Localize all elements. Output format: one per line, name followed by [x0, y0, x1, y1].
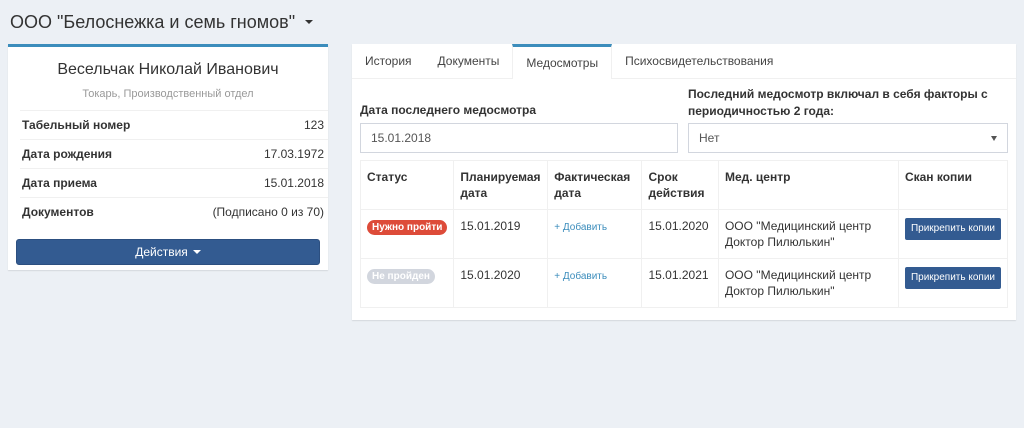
last-exam-date-input[interactable]: [360, 123, 678, 153]
status-badge: Не пройден: [367, 269, 435, 284]
periodic-factors-value: Нет: [699, 131, 720, 145]
periodic-factors-select[interactable]: Нет: [688, 123, 1008, 153]
chevron-down-icon: [305, 20, 314, 24]
column-header-status: Статус: [359, 160, 455, 210]
info-value: (Подписано 0 из 70): [212, 205, 324, 219]
status-cell: Нужно пройти: [359, 209, 455, 259]
planned-date-cell: 15.01.2020: [453, 258, 549, 308]
info-row-personnel-number: Табельный номер 123: [20, 110, 328, 139]
employee-name: Весельчак Николай Иванович: [57, 61, 279, 78]
add-actual-date-link[interactable]: + Добавить: [554, 222, 607, 233]
status-badge: Нужно пройти: [367, 220, 448, 235]
column-header-actual-date: Фактическая дата: [547, 160, 643, 210]
table-header-row: Статус Планируемая дата Фактическая дата…: [359, 160, 1009, 210]
info-row-birth-date: Дата рождения 17.03.1972: [20, 139, 328, 168]
medical-center-cell: ООО "Медицинский центр Доктор Пилюлькин": [717, 209, 899, 259]
company-name: ООО "Белоснежка и семь гномов": [10, 11, 296, 32]
column-header-planned-date: Планируемая дата: [453, 160, 549, 210]
info-value: 15.01.2018: [263, 176, 324, 190]
tab-documents[interactable]: Документы: [425, 44, 513, 78]
medical-exams-table: Статус Планируемая дата Фактическая дата…: [359, 160, 1009, 308]
info-row-documents: Документов (Подписано 0 из 70): [20, 197, 328, 226]
actions-button[interactable]: Действия: [16, 239, 320, 265]
attach-copies-button[interactable]: Прикрепить копии: [904, 267, 1001, 289]
info-row-hire-date: Дата приема 15.01.2018: [20, 168, 328, 197]
attach-copies-button[interactable]: Прикрепить копии: [904, 218, 1001, 240]
periodic-factors-label: Последний медосмотр включал в себя факто…: [688, 87, 988, 118]
info-value: 123: [303, 118, 324, 132]
column-header-medical-center: Мед. центр: [717, 160, 899, 210]
actions-button-label: Действия: [135, 245, 188, 259]
chevron-down-icon: [192, 250, 201, 254]
status-cell: Не пройден: [359, 258, 455, 308]
profile-card: Весельчак Николай Иванович Токарь, Произ…: [8, 44, 328, 270]
column-header-valid-until: Срок действия: [641, 160, 719, 210]
medical-panel: История Документы Медосмотры Психосвидет…: [352, 44, 1016, 320]
company-selector[interactable]: ООО "Белоснежка и семь гномов": [10, 10, 314, 34]
table-row: Нужно пройти 15.01.2019 + Добавить 15.01…: [359, 209, 1009, 259]
planned-date-cell: 15.01.2019: [453, 209, 549, 259]
actual-date-cell: + Добавить: [547, 258, 643, 308]
tab-medical-exams[interactable]: Медосмотры: [512, 44, 613, 79]
tab-history[interactable]: История: [352, 44, 425, 78]
add-actual-date-link[interactable]: + Добавить: [554, 271, 607, 282]
tab-psych-certifications[interactable]: Психосвидетельствования: [612, 44, 786, 78]
dropdown-arrow-icon: [991, 135, 997, 141]
scan-cell: Прикрепить копии: [897, 209, 1009, 259]
employee-position: Токарь, Производственный отдел: [82, 88, 254, 100]
scan-cell: Прикрепить копии: [897, 258, 1009, 308]
last-exam-date-label: Дата последнего медосмотра: [360, 103, 537, 117]
table-row: Не пройден 15.01.2020 + Добавить 15.01.2…: [359, 258, 1009, 308]
info-label: Документов: [22, 205, 94, 219]
medical-center-cell: ООО "Медицинский центр Доктор Пилюлькин": [717, 258, 899, 308]
tab-bar: История Документы Медосмотры Психосвидет…: [352, 44, 1016, 79]
valid-until-cell: 15.01.2021: [641, 258, 719, 308]
info-label: Дата рождения: [22, 147, 113, 161]
actual-date-cell: + Добавить: [547, 209, 643, 259]
valid-until-cell: 15.01.2020: [641, 209, 719, 259]
column-header-scan: Скан копии: [897, 160, 1009, 210]
info-label: Табельный номер: [22, 118, 131, 132]
employee-info-list: Табельный номер 123 Дата рождения 17.03.…: [20, 110, 328, 226]
info-label: Дата приема: [22, 176, 97, 190]
info-value: 17.03.1972: [263, 147, 324, 161]
